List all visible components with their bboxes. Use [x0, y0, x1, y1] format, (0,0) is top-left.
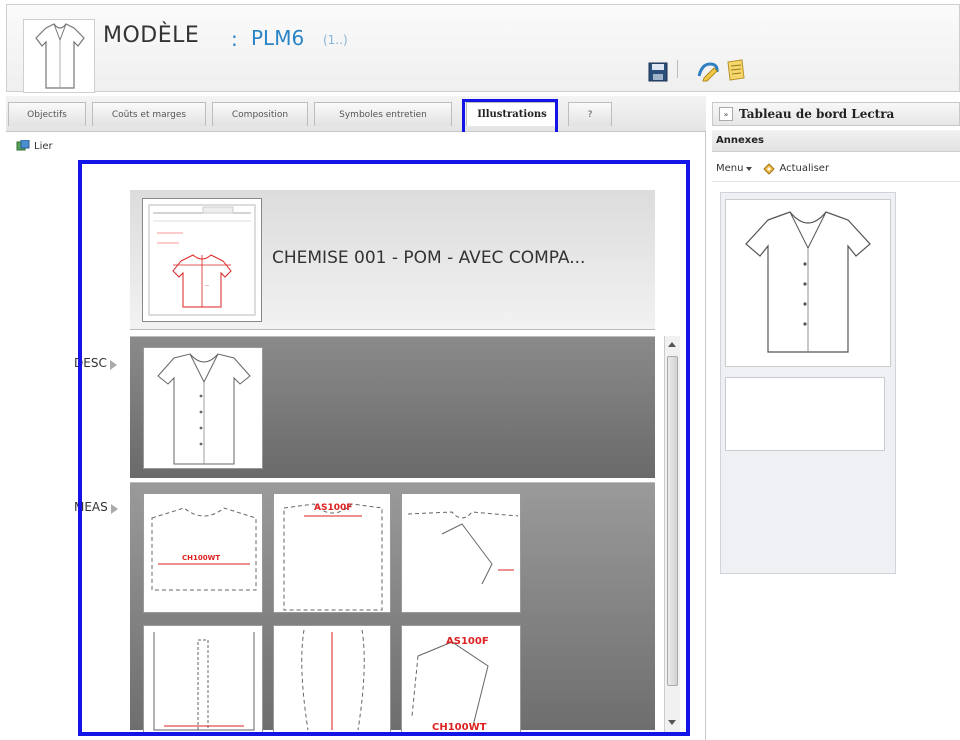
refresh-button[interactable]: Actualiser	[762, 162, 829, 176]
scroll-down-arrow-icon[interactable]	[668, 720, 676, 725]
tab-symboles-entretien[interactable]: Symboles entretien	[314, 102, 452, 126]
meas-tile[interactable]	[401, 493, 521, 613]
save-icon[interactable]	[648, 62, 670, 84]
garment-thumbnail-icon	[23, 19, 95, 93]
annex-list	[720, 192, 896, 574]
refresh-icon	[763, 162, 776, 175]
section-label-meas: MEAS	[74, 500, 118, 514]
lier-button[interactable]: Lier	[16, 140, 53, 152]
dashboard-title: Tableau de bord Lectra	[739, 107, 895, 121]
link-icon	[16, 140, 30, 151]
toolbar-divider	[677, 60, 678, 78]
title-separator: :	[231, 27, 238, 51]
menu-label: Menu	[716, 163, 744, 174]
scroll-thumb[interactable]	[667, 356, 678, 686]
annex-empty-slot[interactable]	[725, 377, 885, 451]
edit-icon[interactable]	[696, 60, 719, 82]
meas-tile-label: CH100WT	[432, 722, 487, 733]
model-card-title: CHEMISE 001 - POM - AVEC COMPA...	[272, 248, 586, 268]
tab-couts-marges[interactable]: Coûts et marges	[92, 102, 206, 126]
caret-down-icon	[746, 166, 753, 171]
annexes-header: Annexes	[712, 130, 960, 152]
pom-sheet-thumbnail[interactable]: —	[142, 198, 262, 322]
tab-illustrations[interactable]: Illustrations	[466, 102, 558, 126]
tab-composition[interactable]: Composition	[212, 102, 308, 126]
desc-illustration[interactable]	[143, 347, 263, 469]
model-code: PLM6	[251, 26, 305, 50]
meas-tile-label: AS100F	[446, 636, 489, 647]
dashboard-header: » Tableau de bord Lectra	[712, 102, 960, 126]
model-version: (1..)	[323, 33, 348, 47]
refresh-label: Actualiser	[779, 163, 830, 174]
expand-chevron-icon[interactable]: »	[719, 107, 733, 121]
meas-tile-label: AS100F	[314, 503, 352, 513]
meas-tile[interactable]: AS100F CH100WT	[401, 625, 521, 735]
meas-tile-label: CH100WT	[182, 554, 220, 562]
tab-objectifs[interactable]: Objectifs	[8, 102, 86, 126]
lier-label: Lier	[34, 140, 53, 152]
svg-text:—: —	[205, 283, 209, 288]
annex-garment-image[interactable]	[725, 199, 891, 367]
section-label-desc: DESC	[74, 356, 117, 370]
meas-tile[interactable]	[273, 625, 391, 735]
section-meas: CH100WT AS100F AS100F CH100WT	[130, 482, 655, 735]
meas-tile[interactable]: CH100WT	[143, 493, 263, 613]
tab-bar: Objectifs Coûts et marges Composition Sy…	[6, 96, 706, 132]
illustrations-scrollbar[interactable]	[664, 336, 680, 732]
menu-dropdown[interactable]: Menu	[716, 163, 753, 174]
section-desc	[130, 336, 655, 478]
dashboard-panel: » Tableau de bord Lectra Annexes Menu Ac…	[712, 96, 960, 740]
header-bar: MODÈLE : PLM6 (1..)	[6, 4, 960, 93]
meas-tile[interactable]: AS100F	[273, 493, 391, 613]
meas-tile[interactable]	[143, 625, 263, 735]
annexes-toolbar: Menu Actualiser	[712, 156, 960, 182]
tab-help[interactable]: ?	[568, 102, 612, 126]
scroll-up-arrow-icon[interactable]	[668, 342, 676, 347]
page-title: MODÈLE	[103, 23, 200, 48]
model-card[interactable]: — CHEMISE 001 - POM - AVEC COMPA...	[130, 190, 655, 330]
notes-icon[interactable]	[724, 58, 746, 81]
